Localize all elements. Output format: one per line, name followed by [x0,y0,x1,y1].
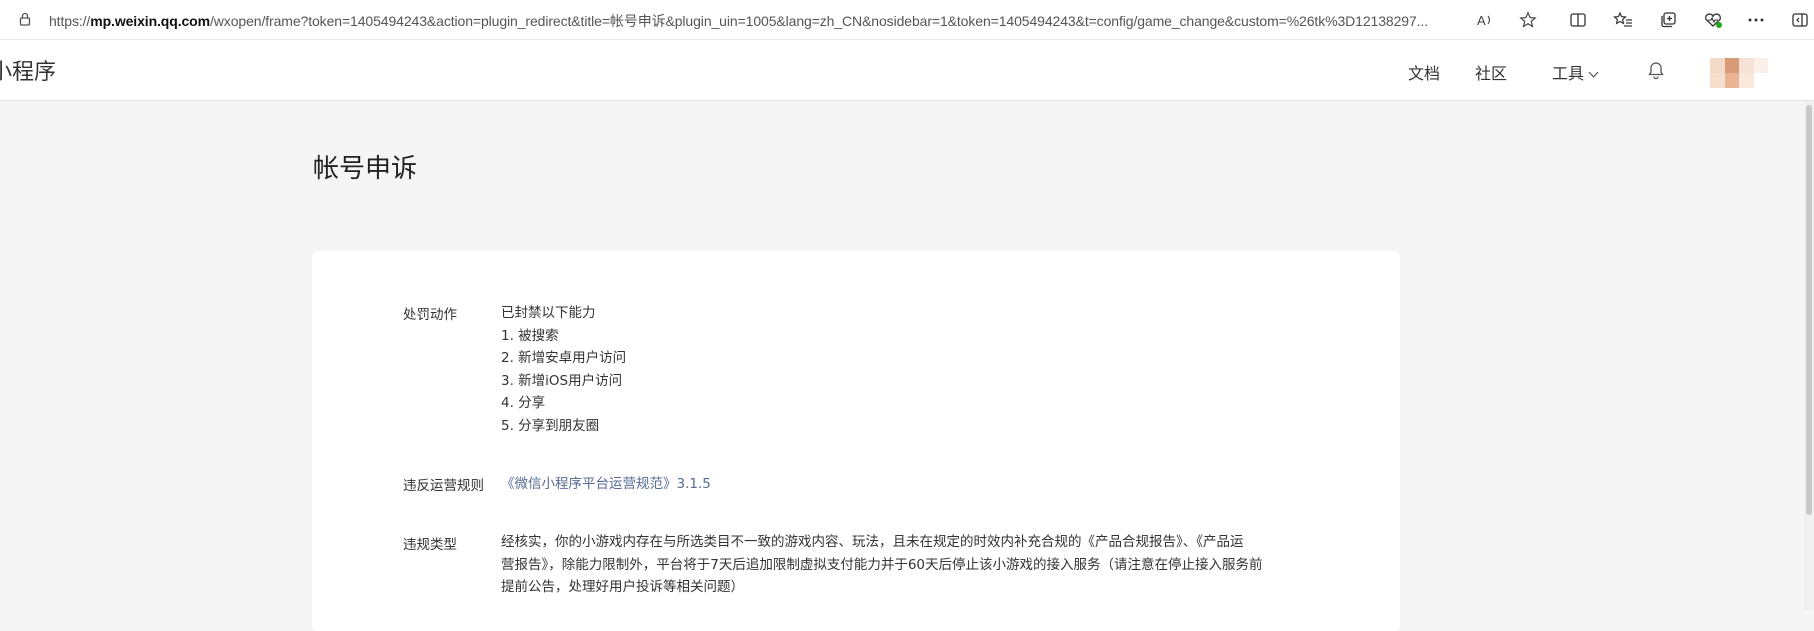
avatar[interactable] [1710,58,1768,88]
read-aloud-icon[interactable]: A [1475,10,1495,30]
violation-label: 违规类型 [403,537,457,553]
url-prefix: https:// [49,13,91,29]
nav-tools-label: 工具 [1552,64,1585,83]
punishment-item: 2. 新增安卓用户访问 [501,350,627,366]
scroll-thumb[interactable] [1806,105,1812,515]
site-header: 小程序 文档 社区 工具 [0,40,1814,101]
url-path: /wxopen/frame?token=1405494243&action=pl… [210,13,1429,29]
lock-icon[interactable] [18,12,32,26]
punishment-item: 3. 新增iOS用户访问 [501,372,623,389]
star-icon[interactable] [1518,10,1538,30]
sidebar-icon[interactable] [1790,10,1810,30]
punishment-item: 1. 被搜索 [501,327,559,344]
bell-icon[interactable] [1646,60,1666,80]
rule-link[interactable]: 《微信小程序平台运营规范》3.1.5 [501,476,711,492]
punishment-item: 4. 分享 [501,395,546,411]
brand-title[interactable]: 小程序 [0,54,56,86]
punishment-label: 处罚动作 [403,307,457,323]
nav-docs[interactable]: 文档 [1408,60,1440,84]
collections-icon[interactable] [1658,10,1678,30]
url-host: mp.weixin.qq.com [90,13,210,29]
violation-description: 经核实，你的小游戏内存在与所选类目不一致的游戏内容、玩法，且未在规定的时效内补充… [501,531,1301,599]
split-screen-icon[interactable] [1568,10,1588,30]
page-title: 帐号申诉 [313,154,418,184]
nav-tools[interactable]: 工具 [1552,60,1599,84]
svg-text:A: A [1477,13,1486,28]
favorites-icon[interactable] [1613,10,1633,30]
url-field[interactable]: https://mp.weixin.qq.com/wxopen/frame?to… [49,11,1428,31]
violation-line: 提前公告，处理好用户投诉等相关问题） [501,579,744,595]
violation-line: 经核实，你的小游戏内存在与所选类目不一致的游戏内容、玩法，且未在规定的时效内补充… [501,534,1244,550]
violation-line: 营报告》，除能力限制外，平台将于7天后追加限制虚拟支付能力并于60天后停止该小游… [501,556,1263,573]
rule-value: 《微信小程序平台运营规范》3.1.5 [501,473,711,496]
page-scrollbar[interactable] [1804,101,1814,609]
punishment-item: 5. 分享到朋友圈 [501,417,600,434]
nav-community[interactable]: 社区 [1475,60,1507,84]
rule-label: 违反运营规则 [403,478,484,494]
browser-essentials-icon[interactable] [1703,10,1723,30]
more-icon[interactable] [1746,10,1766,30]
punishment-intro: 已封禁以下能力 [501,305,596,321]
browser-address-bar: https://mp.weixin.qq.com/wxopen/frame?to… [0,0,1814,40]
chevron-down-icon [1588,67,1599,78]
punishment-value: 已封禁以下能力 1. 被搜索 2. 新增安卓用户访问 3. 新增iOS用户访问 … [501,302,626,437]
